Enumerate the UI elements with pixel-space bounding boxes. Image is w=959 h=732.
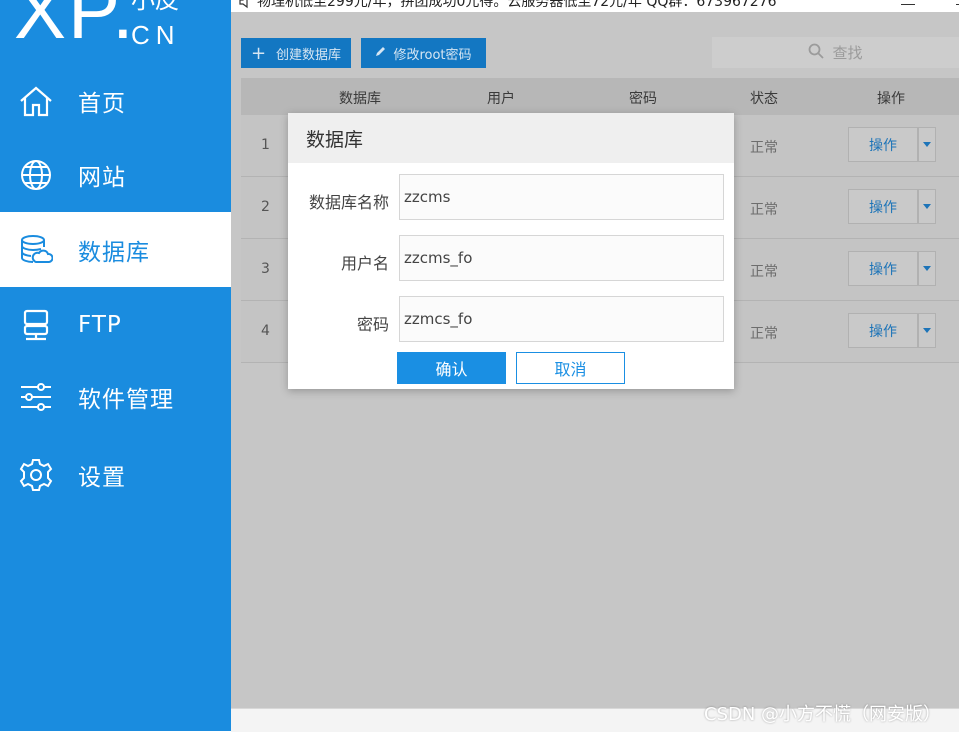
action-dropdown[interactable] (918, 251, 936, 286)
row-index: 1 (261, 137, 270, 153)
caret-down-icon (923, 142, 931, 147)
logo-main: XP. (14, 0, 136, 55)
minimize-icon[interactable] (901, 4, 915, 5)
action-dropdown[interactable] (918, 127, 936, 162)
logo: XP. 小皮 CN (0, 0, 231, 58)
create-database-button[interactable]: + 创建数据库 (241, 38, 351, 68)
database-dialog: 数据库 数据库名称 用户名 密码 确认 取消 (288, 113, 734, 389)
search-label: 查找 (832, 44, 863, 62)
confirm-button[interactable]: 确认 (397, 352, 506, 384)
speaker-icon (239, 0, 253, 9)
username-input[interactable] (399, 235, 724, 281)
search-icon (808, 43, 825, 63)
table-header: 数据库 用户 密码 状态 操作 (241, 78, 959, 115)
search-box[interactable]: 查找 (712, 37, 959, 68)
sidebar-item-label: 设置 (78, 464, 126, 491)
sidebar: XP. 小皮 CN 首页 网站 数据库 FTP 软件管理 设置 (0, 0, 231, 731)
column-header: 用户 (487, 91, 515, 107)
sidebar-item-database[interactable]: 数据库 (0, 212, 231, 287)
logo-cn: CN (131, 20, 181, 50)
row-index: 2 (261, 199, 270, 215)
action-button[interactable]: 操作 (848, 189, 918, 224)
action-dropdown[interactable] (918, 313, 936, 348)
row-index: 4 (261, 323, 270, 339)
dialog-title: 数据库 (288, 113, 734, 163)
gear-icon (16, 455, 56, 495)
action-button[interactable]: 操作 (848, 127, 918, 162)
sidebar-item-label: 首页 (78, 90, 126, 117)
sliders-icon (16, 377, 56, 417)
sidebar-item-label: 网站 (78, 164, 126, 191)
globe-icon (16, 155, 56, 195)
database-icon (16, 230, 56, 270)
action-button[interactable]: 操作 (848, 313, 918, 348)
change-root-label: 修改root密码 (393, 47, 472, 63)
status-text: 正常 (750, 140, 778, 156)
caret-down-icon (923, 266, 931, 271)
sidebar-item-website[interactable]: 网站 (0, 137, 231, 212)
column-header: 密码 (629, 91, 657, 107)
sidebar-item-ftp[interactable]: FTP (0, 287, 231, 362)
sidebar-item-label: 数据库 (78, 239, 150, 266)
plus-icon: + (250, 42, 267, 64)
sidebar-item-home[interactable]: 首页 (0, 63, 231, 138)
watermark: CSDN @小方不慌（网安版） (704, 704, 942, 725)
username-label: 用户名 (340, 254, 389, 273)
column-header: 状态 (750, 91, 778, 107)
change-root-password-button[interactable]: 修改root密码 (361, 38, 486, 68)
password-input[interactable] (399, 296, 724, 342)
status-text: 正常 (750, 264, 778, 280)
database-name-label: 数据库名称 (308, 193, 389, 212)
column-header: 操作 (877, 91, 905, 107)
sidebar-item-software[interactable]: 软件管理 (0, 359, 231, 434)
sidebar-item-label: 软件管理 (78, 386, 174, 413)
caret-down-icon (923, 328, 931, 333)
create-database-label: 创建数据库 (276, 47, 342, 63)
action-dropdown[interactable] (918, 189, 936, 224)
database-name-input[interactable] (399, 174, 724, 220)
sidebar-item-settings[interactable]: 设置 (0, 437, 231, 512)
home-icon (16, 81, 56, 121)
sidebar-item-label: FTP (78, 311, 122, 338)
cancel-button[interactable]: 取消 (516, 352, 625, 384)
password-label: 密码 (356, 315, 389, 334)
pencil-icon (375, 45, 387, 61)
logo-small: 小皮 (131, 0, 179, 14)
row-index: 3 (261, 261, 270, 277)
action-button[interactable]: 操作 (848, 251, 918, 286)
status-text: 正常 (750, 202, 778, 218)
notice-bar: 物理机低至299元/年，拼团成功0元得。云服务器低至72元/年 QQ群：6739… (231, 0, 959, 12)
column-header: 数据库 (339, 91, 381, 107)
notice-text: 物理机低至299元/年，拼团成功0元得。云服务器低至72元/年 QQ群：6739… (257, 0, 777, 10)
caret-down-icon (923, 204, 931, 209)
server-icon (16, 305, 56, 345)
status-text: 正常 (750, 326, 778, 342)
